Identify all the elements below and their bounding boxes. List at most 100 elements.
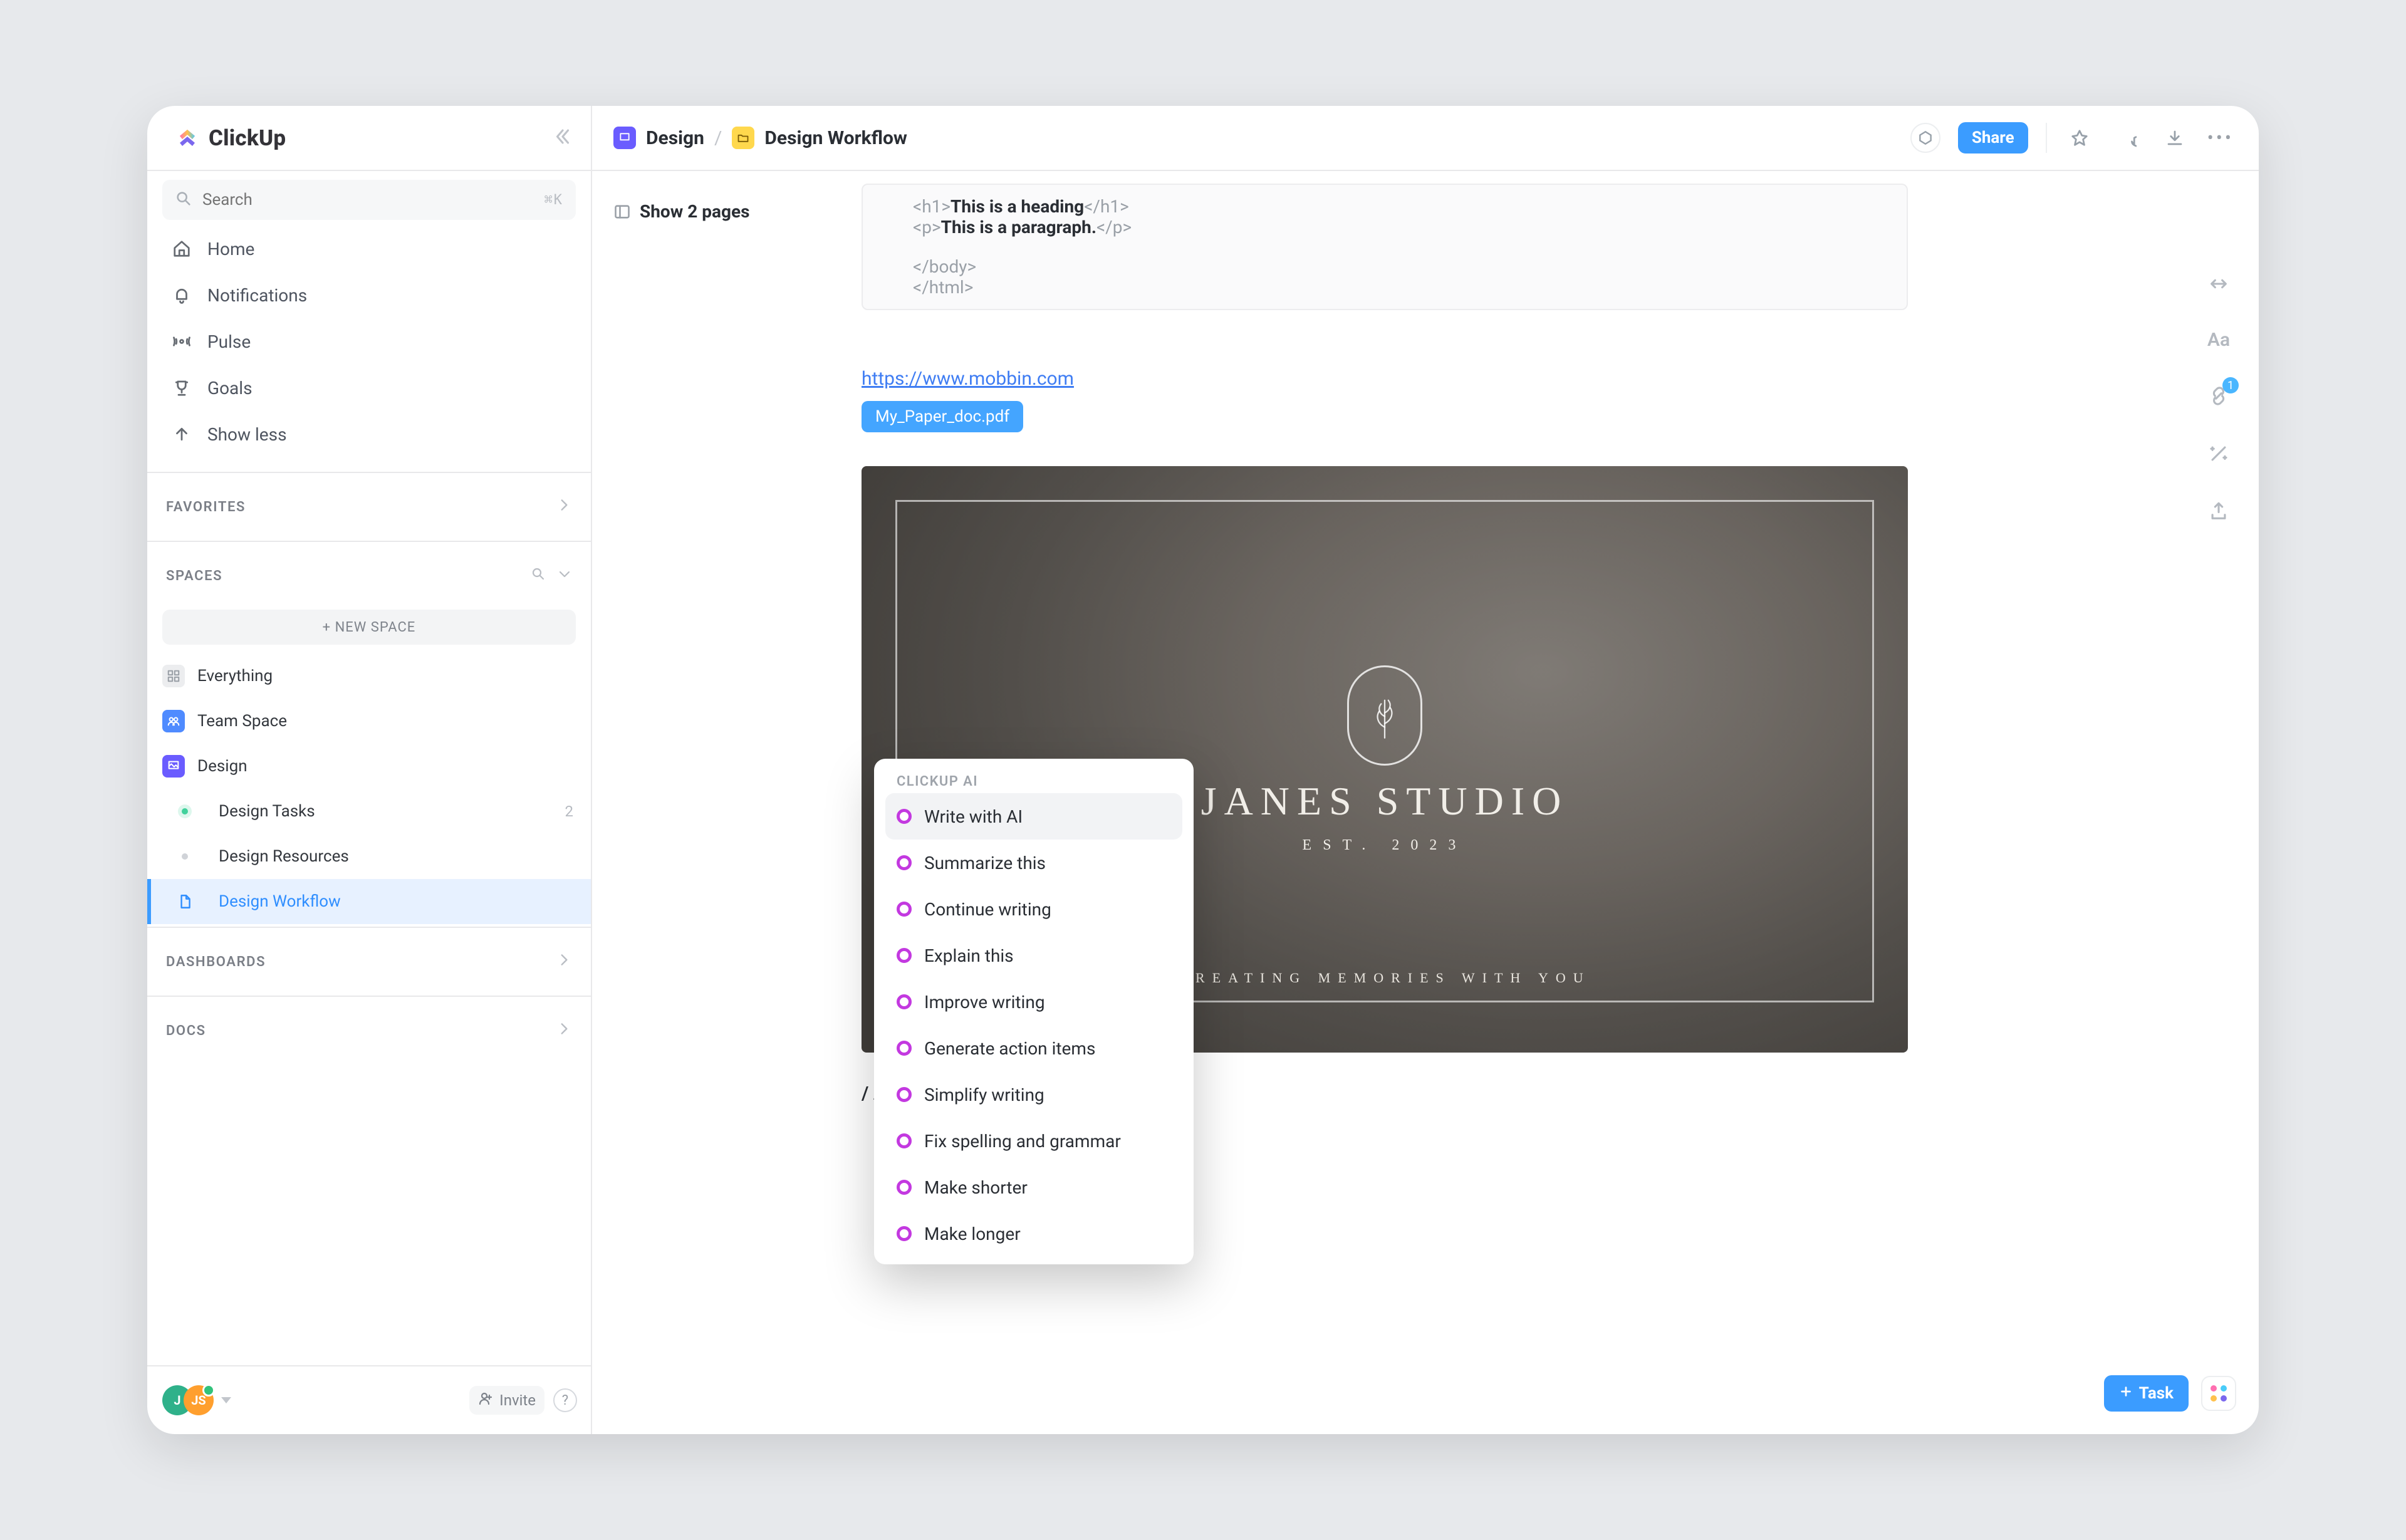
nav-show-less[interactable]: Show less (162, 412, 576, 457)
nav-home[interactable]: Home (162, 226, 576, 271)
bell-icon (171, 284, 192, 306)
ai-item-label: Explain this (924, 945, 1014, 966)
ai-icon (897, 1133, 912, 1148)
expand-icon[interactable] (2206, 271, 2231, 296)
ai-shorter[interactable]: Make shorter (885, 1164, 1182, 1210)
tree-team-space[interactable]: Team Space (147, 699, 591, 744)
comment-icon[interactable] (2112, 123, 2142, 153)
design-space-icon (162, 755, 185, 778)
tree-child-design-workflow[interactable]: Design Workflow (147, 879, 591, 924)
help-button[interactable]: ? (553, 1388, 577, 1412)
sidebar-header: ClickUp (147, 106, 591, 171)
ai-longer[interactable]: Make longer (885, 1210, 1182, 1257)
tree-child-label: Design Tasks (219, 802, 315, 821)
search-spaces-icon[interactable] (531, 566, 546, 585)
search-box[interactable]: ⌘K (162, 180, 576, 220)
section-header-docs[interactable]: DOCS (147, 997, 591, 1064)
collapse-sidebar-icon[interactable] (552, 126, 573, 150)
section-header-favorites[interactable]: FAVORITES (147, 473, 591, 541)
ai-simplify[interactable]: Simplify writing (885, 1071, 1182, 1118)
ai-continue[interactable]: Continue writing (885, 886, 1182, 932)
task-label: Task (2139, 1384, 2174, 1403)
nav-pulse[interactable]: Pulse (162, 319, 576, 364)
hexagon-icon[interactable] (1910, 123, 1940, 153)
dot-icon (182, 853, 188, 860)
code-tag: </h1> (1084, 196, 1129, 217)
topbar: Design / Design Workflow Share ••• (592, 106, 2259, 171)
caret-down-icon[interactable] (221, 1397, 231, 1403)
status-dot-icon (182, 808, 188, 814)
ai-summarize[interactable]: Summarize this (885, 840, 1182, 886)
magic-wand-icon[interactable] (2206, 441, 2231, 466)
link-relations-icon[interactable] (2206, 383, 2231, 408)
breadcrumb-item[interactable]: Design (646, 127, 704, 149)
brand-logo[interactable]: ClickUp (175, 125, 286, 151)
image-brand: JANES STUDIO EST. 2023 (1201, 665, 1569, 854)
ai-icon (897, 948, 912, 963)
sidebar-nav: Home Notifications Pulse Goals Show less (147, 220, 591, 472)
nav-goals[interactable]: Goals (162, 365, 576, 410)
star-icon[interactable] (2065, 123, 2095, 153)
search-shortcut: ⌘K (544, 192, 564, 208)
typography-icon[interactable]: Aa (2207, 329, 2230, 351)
nav-label: Show less (207, 424, 287, 445)
image-subtitle: EST. 2023 (1303, 837, 1467, 854)
code-block[interactable]: <h1>This is a heading</h1> <p>This is a … (862, 184, 1908, 310)
topbar-actions: Share ••• (1910, 122, 2234, 153)
pages-toggle[interactable]: Show 2 pages (613, 201, 750, 222)
tree-everything[interactable]: Everything (147, 653, 591, 699)
section-header-dashboards[interactable]: DASHBOARDS (147, 928, 591, 996)
tree-child-design-resources[interactable]: Design Resources (147, 834, 591, 879)
sidebar-footer: J JS Invite ? (147, 1365, 591, 1434)
download-icon[interactable] (2160, 123, 2190, 153)
section-dashboards: DASHBOARDS (147, 927, 591, 996)
share-button[interactable]: Share (1958, 122, 2028, 153)
new-space-button[interactable]: + NEW SPACE (162, 610, 576, 645)
ai-icon (897, 902, 912, 917)
chevron-right-icon (556, 952, 572, 972)
breadcrumb-item[interactable]: Design Workflow (764, 127, 907, 149)
chevron-down-icon[interactable] (557, 566, 572, 585)
invite-label: Invite (499, 1392, 536, 1409)
code-text: This is a heading (950, 196, 1084, 217)
more-icon[interactable]: ••• (2207, 127, 2234, 149)
arrow-up-icon (171, 424, 192, 445)
plus-icon (2119, 1384, 2133, 1403)
nav-notifications[interactable]: Notifications (162, 273, 576, 318)
ai-item-label: Summarize this (924, 853, 1046, 873)
person-plus-icon (478, 1391, 493, 1410)
code-tag: <p> (913, 217, 941, 237)
ai-item-label: Fix spelling and grammar (924, 1131, 1121, 1152)
ai-improve[interactable]: Improve writing (885, 979, 1182, 1025)
section-title: DOCS (166, 1023, 206, 1039)
task-count: 2 (565, 803, 576, 820)
search-input[interactable] (201, 190, 339, 210)
tree-child-design-tasks[interactable]: Design Tasks 2 (147, 789, 591, 834)
ai-menu: CLICKUP AI Write with AI Summarize this … (874, 759, 1194, 1264)
section-title: SPACES (166, 568, 222, 584)
section-title: FAVORITES (166, 499, 246, 515)
tree-design[interactable]: Design (147, 744, 591, 789)
section-header-spaces[interactable]: SPACES (147, 542, 591, 610)
ai-fix-spelling[interactable]: Fix spelling and grammar (885, 1118, 1182, 1164)
search-icon (175, 190, 192, 210)
avatars[interactable]: J JS (162, 1385, 214, 1415)
invite-button[interactable]: Invite (469, 1386, 544, 1415)
export-icon[interactable] (2206, 499, 2231, 524)
new-task-button[interactable]: Task (2104, 1375, 2189, 1412)
ai-explain[interactable]: Explain this (885, 932, 1182, 979)
chevron-right-icon (556, 1021, 572, 1041)
tree-label: Everything (197, 667, 273, 685)
document-link[interactable]: https://www.mobbin.com (862, 368, 2171, 390)
tree-child-label: Design Workflow (219, 892, 341, 911)
avatar: JS (184, 1385, 214, 1415)
attachment-chip[interactable]: My_Paper_doc.pdf (862, 401, 1023, 432)
code-tag: </p> (1096, 217, 1132, 237)
ai-item-label: Continue writing (924, 899, 1051, 920)
ai-write-with-ai[interactable]: Write with AI (885, 793, 1182, 840)
new-space-label: + NEW SPACE (323, 620, 416, 635)
spaces-tree: Everything Team Space Design Desig (147, 653, 591, 927)
main: Design / Design Workflow Share ••• Show … (592, 106, 2259, 1434)
ai-action-items[interactable]: Generate action items (885, 1025, 1182, 1071)
apps-button[interactable] (2201, 1376, 2236, 1411)
